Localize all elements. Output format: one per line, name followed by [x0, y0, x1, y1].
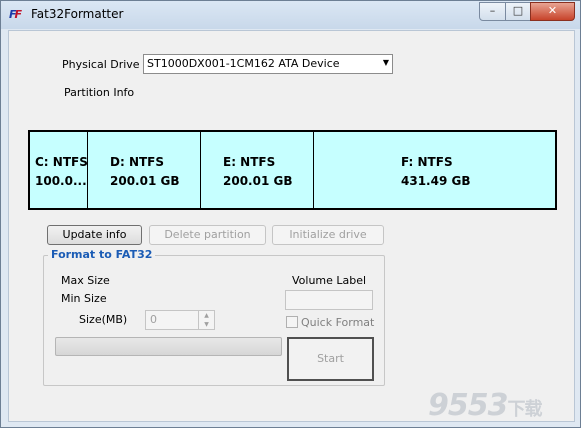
- partition-size: 100.0...: [35, 174, 87, 188]
- physical-drive-label: Physical Drive: [62, 58, 140, 71]
- quick-format-checkbox[interactable]: [286, 316, 298, 328]
- min-size-label: Min Size: [61, 292, 107, 305]
- size-mb-value: 0: [150, 313, 157, 326]
- physical-drive-select[interactable]: ST1000DX001-1CM162 ATA Device ▼: [143, 54, 393, 74]
- partition-filesystem: D: NTFS: [110, 155, 165, 169]
- app-icon: FF: [9, 8, 22, 21]
- title-bar[interactable]: FF Fat32Formatter – □ ✕: [1, 1, 580, 29]
- partition-size: 200.01 GB: [110, 174, 180, 188]
- stepper-buttons: ▲ ▼: [198, 311, 214, 329]
- partition-filesystem: F: NTFS: [401, 155, 453, 169]
- update-info-button[interactable]: Update info: [47, 225, 142, 245]
- partition-size: 200.01 GB: [223, 174, 293, 188]
- max-size-label: Max Size: [61, 274, 110, 287]
- chevron-down-icon[interactable]: ▼: [199, 320, 214, 329]
- partition-size: 431.49 GB: [401, 174, 471, 188]
- watermark-digits: 9553: [428, 388, 508, 423]
- partition-c[interactable]: C: NTFS 100.0...: [30, 132, 88, 208]
- chevron-up-icon[interactable]: ▲: [199, 311, 214, 320]
- volume-label-label: Volume Label: [292, 274, 367, 287]
- site-watermark: 9553下载: [428, 388, 543, 423]
- chevron-down-icon[interactable]: ▼: [383, 58, 389, 67]
- partition-d[interactable]: D: NTFS 200.01 GB: [88, 132, 201, 208]
- start-button[interactable]: Start: [287, 337, 374, 381]
- format-group-title: Format to FAT32: [48, 248, 156, 261]
- delete-partition-button[interactable]: Delete partition: [149, 225, 266, 245]
- partition-filesystem: E: NTFS: [223, 155, 276, 169]
- physical-drive-value: ST1000DX001-1CM162 ATA Device: [147, 57, 340, 70]
- partition-info-label: Partition Info: [64, 86, 135, 99]
- minimize-button[interactable]: –: [479, 2, 506, 21]
- initialize-drive-button[interactable]: Initialize drive: [272, 225, 384, 245]
- quick-format-label: Quick Format: [301, 316, 375, 329]
- maximize-button[interactable]: □: [505, 2, 531, 21]
- partition-filesystem: C: NTFS: [35, 155, 88, 169]
- partition-f[interactable]: F: NTFS 431.49 GB: [314, 132, 555, 208]
- partition-e[interactable]: E: NTFS 200.01 GB: [201, 132, 314, 208]
- size-mb-label: Size(MB): [79, 313, 128, 326]
- watermark-suffix: 下载: [507, 399, 543, 420]
- format-progress-bar: [55, 337, 282, 356]
- volume-label-input[interactable]: [285, 290, 373, 310]
- window-title: Fat32Formatter: [31, 7, 124, 21]
- close-button[interactable]: ✕: [530, 2, 575, 21]
- partition-map: C: NTFS 100.0... D: NTFS 200.01 GB E: NT…: [28, 130, 557, 210]
- size-mb-stepper[interactable]: 0 ▲ ▼: [145, 310, 215, 330]
